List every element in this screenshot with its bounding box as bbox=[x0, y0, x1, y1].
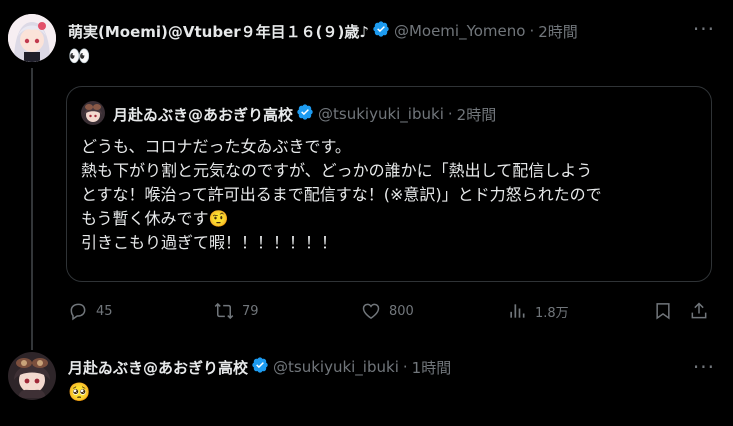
retweet-icon bbox=[214, 302, 234, 320]
share-button[interactable] bbox=[689, 301, 717, 321]
quoted-tweet-line: もう暫く休みです🤨 bbox=[81, 209, 229, 228]
avatar-moemi[interactable] bbox=[8, 14, 56, 62]
heart-icon bbox=[362, 303, 380, 319]
quoted-tweet-card[interactable]: 月赴ゐぶき@あおぎり高校 @tsukiyuki_ibuki · 2時間 どうも、… bbox=[66, 86, 712, 282]
main-tweet-more-button[interactable]: ··· bbox=[693, 19, 715, 39]
main-tweet-time[interactable]: 2時間 bbox=[538, 21, 578, 42]
quoted-tweet-line: とすな！喉治って許可出るまで配信すな！(※意訳)」とド力怒られたので bbox=[81, 185, 602, 204]
reply-tweet-header: 月赴ゐぶき@あおぎり高校 @tsukiyuki_ibuki · 1時間 bbox=[68, 356, 451, 378]
main-tweet-handle[interactable]: @Moemi_Yomeno bbox=[394, 22, 526, 40]
bookmark-icon bbox=[656, 303, 670, 320]
verified-badge-icon bbox=[251, 356, 269, 378]
separator-dot: · bbox=[529, 22, 535, 40]
reply-count: 45 bbox=[96, 303, 113, 319]
reply-tweet-display-name[interactable]: 月赴ゐぶき@あおぎり高校 bbox=[68, 357, 248, 378]
like-count: 800 bbox=[389, 303, 414, 319]
views-count: 1.8万 bbox=[535, 305, 569, 321]
more-icon: ··· bbox=[692, 17, 715, 41]
verified-badge-icon bbox=[296, 103, 314, 125]
main-tweet-display-name[interactable]: 萌実(Moemi)@Vtuber９年目１６(９)歳♪ bbox=[68, 21, 369, 42]
reply-tweet-text: 🥺 bbox=[68, 382, 91, 403]
avatar-ibuki[interactable] bbox=[8, 352, 56, 400]
retweet-button[interactable]: 79 bbox=[214, 301, 259, 321]
avatar-ibuki-small bbox=[81, 101, 105, 125]
analytics-icon bbox=[510, 304, 525, 318]
reply-button[interactable]: 45 bbox=[68, 301, 113, 321]
quoted-tweet-line: 熱も下がり割と元気なのですが、どっかの誰かに「熱出して配信しよう bbox=[81, 161, 593, 180]
quoted-tweet-text: どうも、コロナだった女ゐぶきです。 熱も下がり割と元気なのですが、どっかの誰かに… bbox=[81, 135, 701, 255]
separator-dot: · bbox=[447, 105, 453, 123]
retweet-count: 79 bbox=[242, 303, 259, 319]
reply-tweet-time[interactable]: 1時間 bbox=[412, 357, 452, 378]
thread-connector-line bbox=[31, 68, 33, 350]
quoted-tweet-handle[interactable]: @tsukiyuki_ibuki bbox=[318, 105, 444, 123]
like-button[interactable]: 800 bbox=[361, 301, 414, 321]
quoted-tweet-time[interactable]: 2時間 bbox=[457, 104, 497, 125]
main-tweet-text: 👀 bbox=[68, 46, 91, 67]
quoted-tweet-display-name[interactable]: 月赴ゐぶき@あおぎり高校 bbox=[113, 104, 293, 125]
quoted-tweet-header: 月赴ゐぶき@あおぎり高校 @tsukiyuki_ibuki · 2時間 bbox=[113, 103, 496, 125]
more-icon: ··· bbox=[692, 355, 715, 379]
reply-icon bbox=[70, 303, 86, 321]
quoted-tweet-line: どうも、コロナだった女ゐぶきです。 bbox=[81, 137, 351, 156]
share-icon bbox=[691, 302, 707, 319]
separator-dot: · bbox=[402, 358, 408, 376]
reply-tweet-handle[interactable]: @tsukiyuki_ibuki bbox=[273, 358, 399, 376]
quoted-tweet-line: 引きこもり過ぎて暇！！！！！！！ bbox=[81, 233, 338, 252]
reply-tweet-more-button[interactable]: ··· bbox=[693, 357, 715, 377]
verified-badge-icon bbox=[372, 20, 390, 42]
main-tweet-header: 萌実(Moemi)@Vtuber９年目１６(９)歳♪ @Moemi_Yomeno… bbox=[68, 20, 578, 42]
views-button[interactable]: 1.8万 bbox=[507, 301, 569, 321]
bookmark-button[interactable] bbox=[653, 301, 681, 321]
